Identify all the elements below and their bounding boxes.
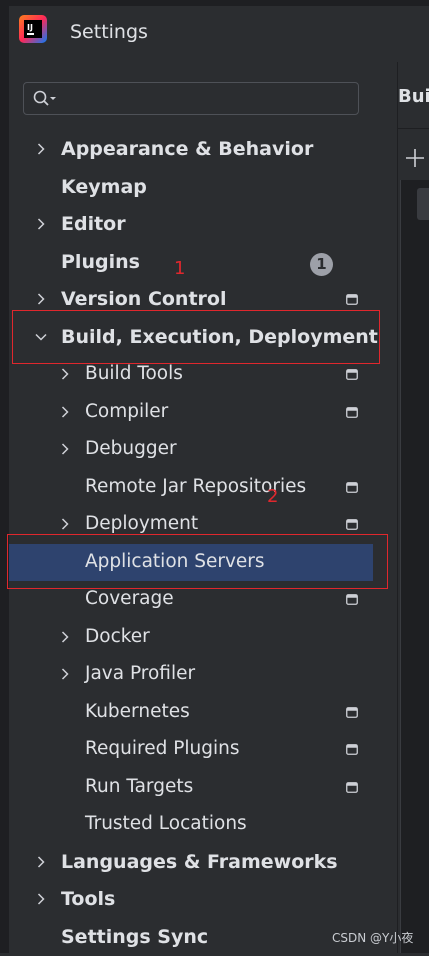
tree-item-label: Plugins — [61, 251, 140, 273]
tree-item-label: Appearance & Behavior — [61, 138, 314, 160]
tree-item-label: Languages & Frameworks — [61, 851, 338, 873]
project-level-icon — [346, 782, 358, 793]
tree-item-trusted-locations[interactable]: Trusted Locations — [9, 806, 397, 843]
tree-item-required-plugins[interactable]: Required Plugins — [9, 731, 397, 768]
tree-item-keymap[interactable]: Keymap — [9, 169, 397, 206]
tree-item-run-targets[interactable]: Run Targets — [9, 769, 397, 806]
servers-list-panel[interactable] — [400, 180, 429, 953]
watermark: CSDN @Y小夜 — [332, 931, 414, 945]
chevron-right-icon[interactable] — [35, 218, 47, 230]
project-level-icon — [346, 744, 358, 755]
tree-item-label: Compiler — [85, 401, 169, 422]
left-edge — [0, 0, 9, 953]
tree-item-label: Docker — [85, 626, 150, 647]
tree-item-languages-frameworks[interactable]: Languages & Frameworks — [9, 844, 397, 881]
project-level-icon — [346, 482, 358, 493]
tree-item-compiler[interactable]: Compiler — [9, 394, 397, 431]
project-level-icon — [346, 294, 358, 305]
chevron-right-icon[interactable] — [35, 293, 47, 305]
tree-item-remote-jar-repositories[interactable]: Remote Jar Repositories — [9, 469, 397, 506]
chevron-right-icon[interactable] — [35, 893, 47, 905]
project-level-icon — [346, 369, 358, 380]
chevron-right-icon[interactable] — [59, 443, 71, 455]
update-count-badge: 1 — [310, 253, 333, 276]
tree-item-label: Debugger — [85, 438, 177, 459]
project-level-icon — [346, 594, 358, 605]
chevron-right-icon[interactable] — [35, 856, 47, 868]
tree-item-label: Editor — [61, 213, 126, 235]
tree-item-label: Build Tools — [85, 363, 183, 384]
tree-item-appearance-behavior[interactable]: Appearance & Behavior — [9, 131, 397, 168]
tree-item-label: Trusted Locations — [85, 813, 247, 834]
list-item-stub[interactable] — [417, 188, 429, 220]
tree-item-label: Keymap — [61, 176, 147, 198]
right-pane: Bui — [398, 62, 429, 953]
tree-item-plugins[interactable]: Plugins 1 — [9, 244, 397, 281]
tree-item-label: Java Profiler — [85, 663, 196, 684]
header-separator — [398, 128, 429, 129]
tree-item-label: Coverage — [85, 588, 174, 609]
svg-text:IJ: IJ — [27, 23, 33, 32]
project-level-icon — [346, 407, 358, 418]
page-header: Bui — [398, 86, 429, 107]
settings-search-input[interactable] — [23, 82, 359, 115]
tree-item-label: Tools — [61, 888, 116, 910]
tree-item-debugger[interactable]: Debugger — [9, 431, 397, 468]
chevron-right-icon[interactable] — [35, 143, 47, 155]
tree-item-label: Deployment — [85, 513, 199, 534]
intellij-app-icon: IJ — [19, 15, 47, 43]
chevron-right-icon[interactable] — [59, 518, 71, 530]
annotation-label-1: 1 — [174, 258, 186, 279]
project-level-icon — [346, 707, 358, 718]
window-title: Settings — [70, 21, 148, 43]
project-level-icon — [346, 519, 358, 530]
add-icon[interactable] — [405, 148, 425, 168]
tree-item-tools[interactable]: Tools — [9, 881, 397, 918]
tree-item-kubernetes[interactable]: Kubernetes — [9, 694, 397, 731]
annotation-label-2: 2 — [267, 486, 279, 507]
tree-item-docker[interactable]: Docker — [9, 619, 397, 656]
tree-item-label: Settings Sync — [61, 926, 209, 948]
search-icon — [33, 90, 56, 106]
tree-item-label: Run Targets — [85, 776, 194, 797]
chevron-right-icon[interactable] — [59, 406, 71, 418]
tree-item-java-profiler[interactable]: Java Profiler — [9, 656, 397, 693]
chevron-right-icon[interactable] — [59, 668, 71, 680]
chevron-right-icon[interactable] — [59, 368, 71, 380]
chevron-right-icon[interactable] — [59, 631, 71, 643]
annotation-box-2 — [7, 534, 388, 589]
tree-item-editor[interactable]: Editor — [9, 206, 397, 243]
tree-item-label: Version Control — [61, 288, 227, 310]
tree-item-label: Kubernetes — [85, 701, 190, 722]
annotation-box-1 — [12, 310, 380, 364]
tree-item-label: Required Plugins — [85, 738, 240, 759]
